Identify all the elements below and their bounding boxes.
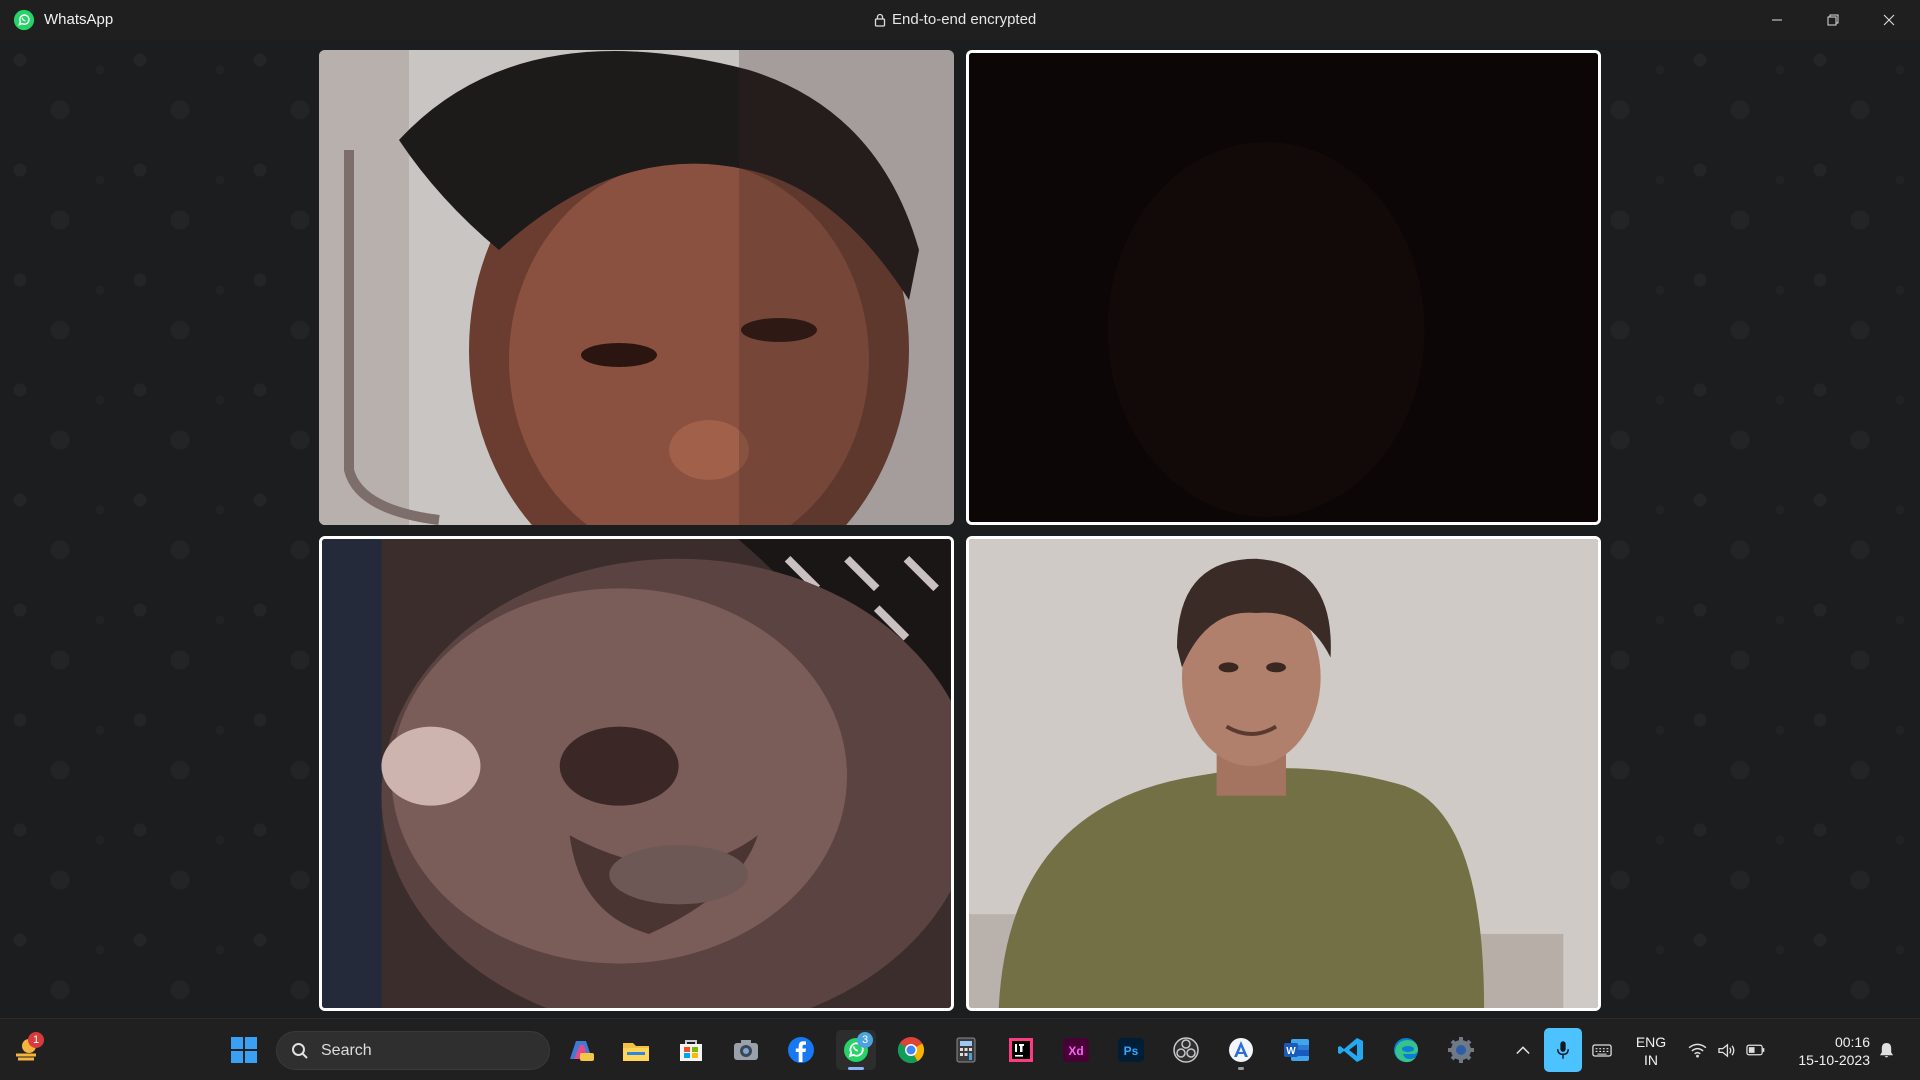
volume-control[interactable] — [1715, 1037, 1737, 1063]
taskbar-app-vscode[interactable] — [1331, 1030, 1371, 1070]
app-installer-icon — [1229, 1038, 1253, 1062]
participant-3-video — [322, 539, 951, 1008]
svg-text:W: W — [1286, 1046, 1296, 1057]
taskbar-app-store[interactable] — [671, 1030, 711, 1070]
weather-badge: 1 — [28, 1032, 44, 1048]
search-input[interactable] — [321, 1041, 521, 1060]
microphone-in-use-indicator[interactable] — [1544, 1028, 1582, 1072]
bell-icon — [1879, 1042, 1893, 1058]
participant-video-tile-2[interactable] — [966, 50, 1601, 525]
taskbar-app-intellij[interactable] — [1001, 1030, 1041, 1070]
taskbar-app-adobe-xd[interactable]: Xd — [1056, 1030, 1096, 1070]
participant-video-tile-3[interactable] — [319, 536, 954, 1011]
whatsapp-running-indicator — [848, 1067, 864, 1070]
taskbar-app-copilot[interactable] — [561, 1030, 601, 1070]
restore-button[interactable] — [1805, 0, 1861, 40]
app-title: WhatsApp — [44, 11, 114, 28]
participant-2-video — [969, 53, 1598, 522]
obs-icon — [1173, 1037, 1199, 1063]
photoshop-icon: Ps — [1118, 1038, 1144, 1062]
participant-4-video — [969, 539, 1598, 1008]
keyboard-icon — [1592, 1043, 1612, 1057]
lock-icon — [874, 13, 886, 27]
adobe-xd-icon: Xd — [1063, 1038, 1089, 1062]
windows-taskbar: 1 3 Xd Ps — [0, 1018, 1920, 1080]
whatsapp-logo-icon — [13, 9, 35, 31]
minimize-button[interactable] — [1749, 0, 1805, 40]
wifi-icon — [1688, 1043, 1706, 1058]
taskbar-app-chrome[interactable] — [891, 1030, 931, 1070]
svg-text:Ps: Ps — [1124, 1044, 1139, 1058]
minimize-icon — [1772, 19, 1782, 21]
clock-date: 15-10-2023 — [1798, 1052, 1870, 1068]
notifications-button[interactable] — [1876, 1037, 1896, 1063]
file-explorer-icon — [623, 1043, 649, 1061]
network-status[interactable] — [1686, 1037, 1708, 1063]
taskbar-app-whatsapp[interactable]: 3 — [836, 1030, 876, 1070]
video-call-area — [0, 40, 1920, 1018]
chevron-up-icon — [1516, 1046, 1530, 1055]
camera-icon — [734, 1040, 758, 1060]
taskbar-app-obs[interactable] — [1166, 1030, 1206, 1070]
search-icon — [292, 1042, 308, 1059]
whatsapp-badge: 3 — [857, 1032, 873, 1048]
region-code: IN — [1644, 1052, 1658, 1068]
chrome-icon — [897, 1037, 925, 1064]
facebook-icon — [788, 1037, 814, 1063]
participant-video-tile-1[interactable] — [319, 50, 954, 525]
participant-1-video — [319, 50, 954, 525]
language-code: ENG — [1635, 1034, 1667, 1050]
taskbar-app-edge[interactable] — [1386, 1030, 1426, 1070]
battery-icon — [1745, 1044, 1764, 1056]
copilot-pre-icon — [570, 1041, 594, 1061]
taskbar-app-facebook[interactable] — [781, 1030, 821, 1070]
start-icon — [231, 1037, 257, 1063]
settings-icon — [1448, 1037, 1474, 1063]
speaker-icon — [1717, 1043, 1734, 1057]
microphone-icon — [1557, 1041, 1569, 1059]
title-bar: WhatsApp End-to-end encrypted — [0, 0, 1920, 40]
date-time[interactable]: 00:16 15-10-2023 — [1780, 1033, 1870, 1069]
battery-status[interactable] — [1744, 1037, 1766, 1063]
taskbar-app-camera[interactable] — [726, 1030, 766, 1070]
vscode-icon — [1338, 1038, 1363, 1062]
touch-keyboard-button[interactable] — [1590, 1037, 1614, 1063]
clock-time: 00:16 — [1834, 1034, 1870, 1050]
edge-icon — [1394, 1038, 1418, 1063]
taskbar-search[interactable] — [276, 1031, 550, 1070]
calculator-icon — [956, 1037, 976, 1063]
encryption-label: End-to-end encrypted — [892, 11, 1037, 28]
taskbar-app-installer[interactable] — [1221, 1030, 1261, 1070]
taskbar-app-calculator[interactable] — [946, 1030, 986, 1070]
svg-text:Xd: Xd — [1068, 1044, 1083, 1058]
weather-widget[interactable]: 1 — [7, 1030, 47, 1070]
taskbar-app-photoshop[interactable]: Ps — [1111, 1030, 1151, 1070]
close-button[interactable] — [1861, 0, 1917, 40]
microsoft-store-icon — [680, 1040, 702, 1061]
show-hidden-icons-button[interactable] — [1512, 1037, 1534, 1063]
close-icon — [1883, 14, 1895, 26]
participant-video-tile-4[interactable] — [966, 536, 1601, 1011]
intellij-icon — [1009, 1038, 1033, 1062]
installer-running-indicator — [1238, 1067, 1244, 1070]
taskbar-app-settings[interactable] — [1441, 1030, 1481, 1070]
taskbar-app-word[interactable]: W — [1276, 1030, 1316, 1070]
start-button[interactable] — [224, 1030, 264, 1070]
taskbar-app-file-explorer[interactable] — [616, 1030, 656, 1070]
restore-icon — [1827, 14, 1839, 26]
encryption-status: End-to-end encrypted — [874, 11, 1036, 28]
word-icon: W — [1284, 1039, 1309, 1061]
input-language-indicator[interactable]: ENG IN — [1630, 1033, 1672, 1069]
